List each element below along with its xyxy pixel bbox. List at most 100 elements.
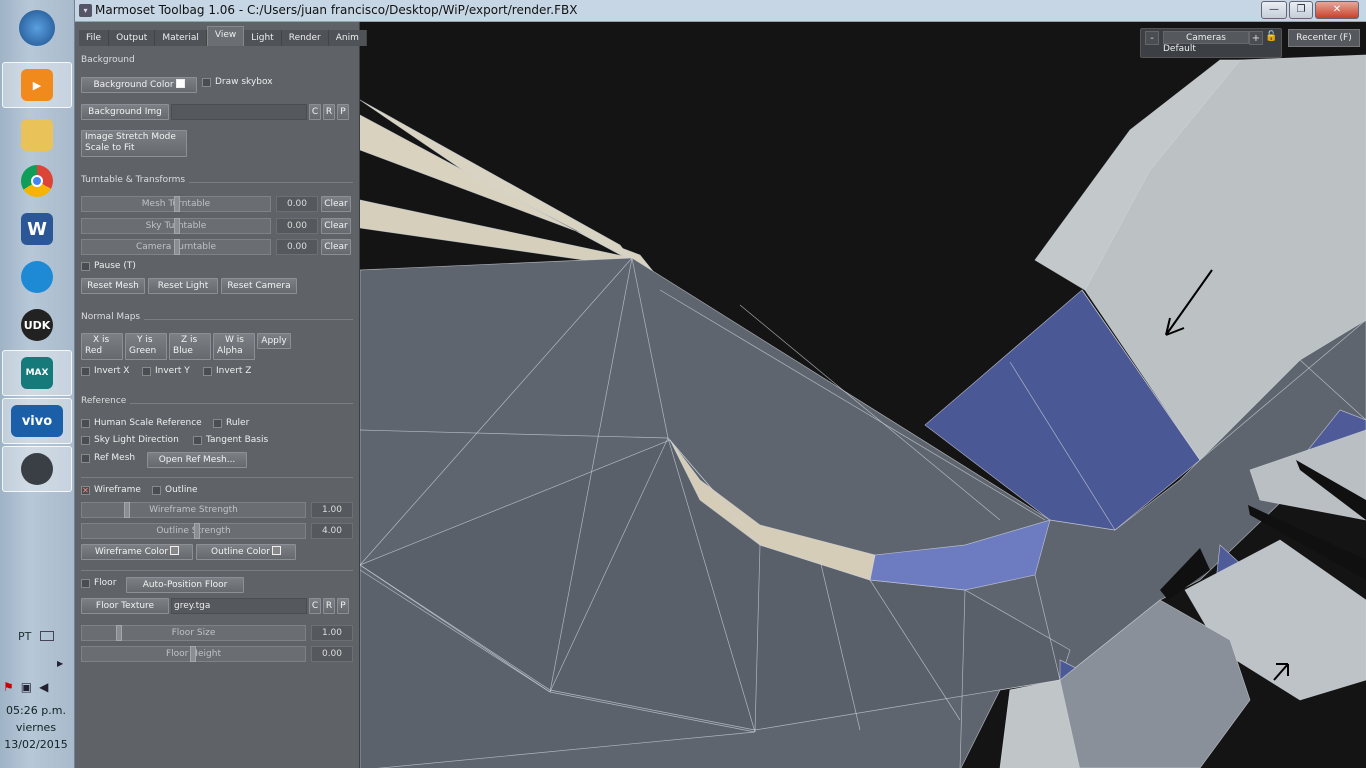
taskbar-app-blue[interactable] [2, 254, 72, 300]
slider-knob[interactable] [116, 625, 122, 641]
z-channel-button[interactable]: Z is Blue [169, 333, 211, 360]
keyboard-icon[interactable] [40, 631, 54, 641]
camera-remove-button[interactable]: - [1145, 31, 1159, 45]
minimize-button[interactable]: — [1261, 1, 1287, 19]
reset-light-button[interactable]: Reset Light [148, 278, 218, 294]
slider-knob[interactable] [194, 523, 200, 539]
sky-turntable-slider[interactable]: Sky Turntable [81, 218, 271, 234]
background-reload-button[interactable]: R [323, 104, 335, 120]
network-icon[interactable]: ▣ [21, 680, 32, 694]
tab-render[interactable]: Render [281, 30, 329, 46]
slider-knob[interactable] [174, 196, 180, 212]
w-channel-button[interactable]: W is Alpha [213, 333, 255, 360]
clock-day[interactable]: viernes [0, 721, 72, 734]
camera-turntable-value[interactable]: 0.00 [276, 239, 318, 255]
floor-texture-field[interactable]: grey.tga [171, 598, 307, 614]
wireframe-color-button[interactable]: Wireframe Color [81, 544, 193, 560]
invert-y-checkbox[interactable]: Invert Y [142, 366, 190, 376]
volume-icon[interactable]: ◀ [39, 680, 48, 694]
clock-date[interactable]: 13/02/2015 [0, 738, 72, 751]
background-img-field[interactable] [171, 104, 307, 120]
x-channel-button[interactable]: X is Red [81, 333, 123, 360]
tab-view[interactable]: View [206, 26, 245, 46]
apply-button[interactable]: Apply [257, 333, 291, 349]
mesh-turntable-slider[interactable]: Mesh Turntable [81, 196, 271, 212]
invert-x-checkbox[interactable]: Invert X [81, 366, 129, 376]
tab-light[interactable]: Light [244, 30, 282, 46]
flag-icon[interactable]: ⚑ [3, 680, 14, 694]
taskbar-3ds-max[interactable]: MAX [2, 350, 72, 396]
reset-camera-button[interactable]: Reset Camera [221, 278, 297, 294]
background-preview-button[interactable]: P [337, 104, 349, 120]
sky-turntable-clear-button[interactable]: Clear [321, 218, 351, 234]
taskbar-vivo[interactable]: vivo [2, 398, 72, 444]
background-clear-button[interactable]: C [309, 104, 321, 120]
show-hidden-icons-icon[interactable]: ▶ [57, 659, 63, 668]
pause-checkbox[interactable]: Pause (T) [81, 261, 136, 271]
tab-file[interactable]: File [79, 30, 110, 46]
open-ref-mesh-button[interactable]: Open Ref Mesh... [147, 452, 247, 468]
reset-mesh-button[interactable]: Reset Mesh [81, 278, 145, 294]
lock-icon[interactable]: 🔓 [1265, 31, 1279, 45]
app-icon[interactable]: ▾ [79, 4, 92, 17]
wireframe-checkbox[interactable]: ✕ Wireframe [81, 485, 141, 495]
wireframe-strength-slider[interactable]: Wireframe Strength [81, 502, 306, 518]
camera-turntable-clear-button[interactable]: Clear [321, 239, 351, 255]
ruler-checkbox[interactable]: Ruler [213, 418, 249, 428]
floor-preview-button[interactable]: P [337, 598, 349, 614]
language-indicator[interactable]: PT [18, 630, 31, 643]
mesh-turntable-value[interactable]: 0.00 [276, 196, 318, 212]
invert-z-checkbox[interactable]: Invert Z [203, 366, 251, 376]
floor-texture-button[interactable]: Floor Texture [81, 598, 169, 614]
floor-size-slider[interactable]: Floor Size [81, 625, 306, 641]
background-color-button[interactable]: Background Color [81, 77, 197, 93]
mesh-turntable-clear-button[interactable]: Clear [321, 196, 351, 212]
draw-skybox-checkbox[interactable]: Draw skybox [202, 77, 273, 87]
outline-strength-slider[interactable]: Outline Strength [81, 523, 306, 539]
recenter-button[interactable]: Recenter (F) [1288, 29, 1360, 47]
slider-knob[interactable] [190, 646, 196, 662]
camera-add-button[interactable]: + [1249, 31, 1263, 45]
background-img-button[interactable]: Background Img [81, 104, 169, 120]
taskbar-file-explorer[interactable] [2, 112, 72, 158]
slider-knob[interactable] [174, 239, 180, 255]
floor-size-value[interactable]: 1.00 [311, 625, 353, 641]
auto-position-floor-button[interactable]: Auto-Position Floor [126, 577, 244, 593]
taskbar-word[interactable]: W [2, 206, 72, 252]
taskbar-media-player[interactable]: ▶ [2, 62, 72, 108]
maximize-button[interactable]: ❐ [1289, 1, 1313, 19]
clock-time[interactable]: 05:26 p.m. [0, 704, 72, 717]
floor-clear-button[interactable]: C [309, 598, 321, 614]
image-stretch-mode-button[interactable]: Image Stretch Mode Scale to Fit [81, 130, 187, 157]
camera-controls: - Cameras + 🔓 Default Recenter (F) [1140, 28, 1360, 58]
floor-height-slider[interactable]: Floor Height [81, 646, 306, 662]
floor-reload-button[interactable]: R [323, 598, 335, 614]
floor-height-value[interactable]: 0.00 [311, 646, 353, 662]
cameras-label[interactable]: Cameras [1163, 31, 1249, 44]
y-channel-button[interactable]: Y is Green [125, 333, 167, 360]
invert-z-label: Invert Z [216, 366, 252, 376]
slider-knob[interactable] [124, 502, 130, 518]
wireframe-strength-value[interactable]: 1.00 [311, 502, 353, 518]
tab-output[interactable]: Output [109, 30, 156, 46]
taskbar-marmoset[interactable] [2, 446, 72, 492]
start-button[interactable] [2, 5, 72, 51]
tab-material[interactable]: Material [155, 30, 207, 46]
floor-checkbox[interactable]: Floor [81, 578, 116, 588]
ref-mesh-checkbox[interactable]: Ref Mesh [81, 453, 135, 463]
image-stretch-mode-label: Image Stretch Mode [85, 132, 176, 142]
slider-knob[interactable] [174, 218, 180, 234]
sky-light-direction-checkbox[interactable]: Sky Light Direction [81, 435, 179, 445]
tangent-basis-checkbox[interactable]: Tangent Basis [193, 435, 268, 445]
taskbar-chrome[interactable] [2, 158, 72, 204]
sky-turntable-value[interactable]: 0.00 [276, 218, 318, 234]
outline-strength-value[interactable]: 4.00 [311, 523, 353, 539]
outline-color-button[interactable]: Outline Color [196, 544, 296, 560]
human-scale-checkbox[interactable]: Human Scale Reference [81, 418, 202, 428]
camera-turntable-slider[interactable]: Camera Turntable [81, 239, 271, 255]
taskbar-udk[interactable]: UDK [2, 302, 72, 348]
tab-anim[interactable]: Anim [328, 30, 367, 46]
wireframe-box: ✕ [81, 485, 90, 495]
close-button[interactable]: ✕ [1315, 1, 1359, 19]
outline-checkbox[interactable]: Outline [152, 485, 198, 495]
